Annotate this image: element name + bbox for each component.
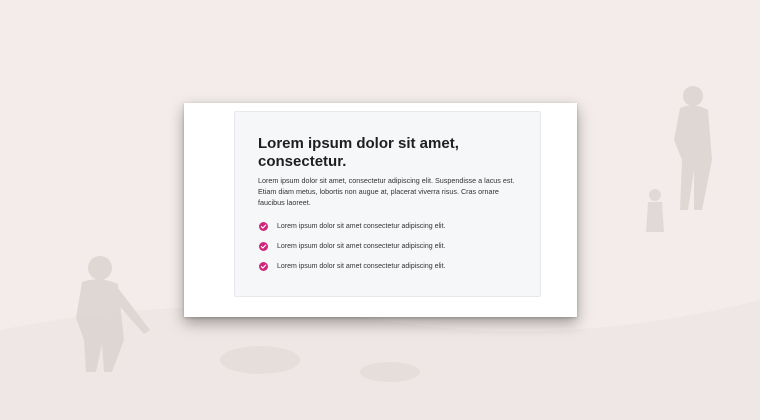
feature-item: Lorem ipsum dolor sit amet consectetur a… — [259, 256, 445, 276]
feature-list: Lorem ipsum dolor sit amet consectetur a… — [259, 216, 445, 276]
check-circle-icon — [259, 261, 268, 271]
card-description: Lorem ipsum dolor sit amet, consectetur … — [258, 176, 515, 207]
feature-item: Lorem ipsum dolor sit amet consectetur a… — [259, 216, 445, 236]
feature-text: Lorem ipsum dolor sit amet consectetur a… — [277, 222, 446, 230]
check-circle-icon — [259, 221, 268, 231]
feature-text: Lorem ipsum dolor sit amet consectetur a… — [277, 242, 446, 250]
check-circle-icon — [259, 241, 268, 251]
modal-dialog: Lorem ipsum dolor sit amet, consectetur.… — [184, 103, 577, 317]
feature-text: Lorem ipsum dolor sit amet consectetur a… — [277, 262, 446, 270]
feature-item: Lorem ipsum dolor sit amet consectetur a… — [259, 236, 445, 256]
content-card: Lorem ipsum dolor sit amet, consectetur.… — [234, 111, 541, 297]
card-title: Lorem ipsum dolor sit amet, consectetur. — [258, 135, 459, 170]
